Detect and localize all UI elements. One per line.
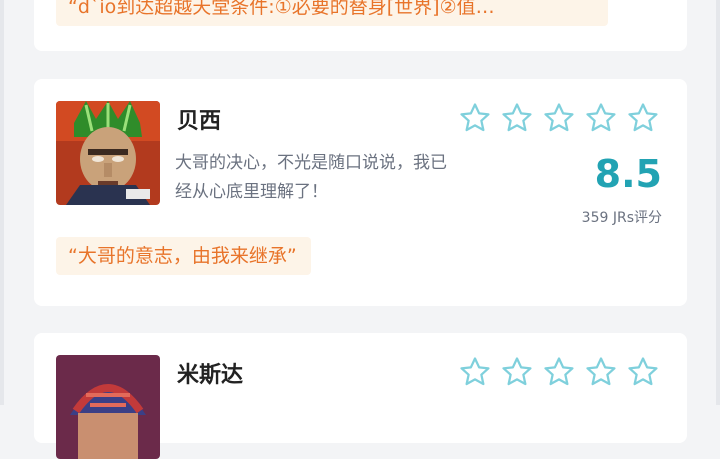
star-2-icon[interactable] (500, 355, 534, 389)
character-name: 贝西 (177, 109, 222, 134)
star-4-icon[interactable] (584, 101, 618, 135)
star-rating[interactable] (458, 355, 660, 389)
star-1-icon[interactable] (458, 355, 492, 389)
rating-score: 8.5 (594, 152, 662, 196)
star-1-icon[interactable] (458, 101, 492, 135)
character-quote: “d`io到达超越天堂条件:①必要的替身[世界]②值… (56, 0, 608, 26)
character-card-partial-top[interactable]: “d`io到达超越天堂条件:①必要的替身[世界]②值… (34, 0, 687, 51)
character-portrait-green-hair-icon (56, 101, 160, 205)
avatar[interactable] (56, 355, 160, 459)
star-2-icon[interactable] (500, 101, 534, 135)
screen-edge-right (716, 0, 720, 405)
character-portrait-hat-icon (56, 355, 160, 459)
star-rating[interactable] (458, 101, 660, 135)
character-card-mista[interactable]: 米斯达 (34, 333, 687, 459)
rater-count: 359 JRs评分 (581, 210, 662, 226)
character-name: 米斯达 (177, 363, 244, 388)
character-card-bruno[interactable]: 贝西 大哥的决心，不光是随口说说，我已经从心底里理解了！ 8.5 359 JRs… (34, 79, 687, 306)
star-3-icon[interactable] (542, 355, 576, 389)
character-quote: “大哥的意志，由我来继承” (56, 237, 311, 275)
star-5-icon[interactable] (626, 101, 660, 135)
character-description: 大哥的决心，不光是随口说说，我已经从心底里理解了！ (175, 153, 447, 202)
star-3-icon[interactable] (542, 101, 576, 135)
avatar[interactable] (56, 101, 160, 205)
star-4-icon[interactable] (584, 355, 618, 389)
screen-edge-left (0, 0, 4, 405)
star-5-icon[interactable] (626, 355, 660, 389)
